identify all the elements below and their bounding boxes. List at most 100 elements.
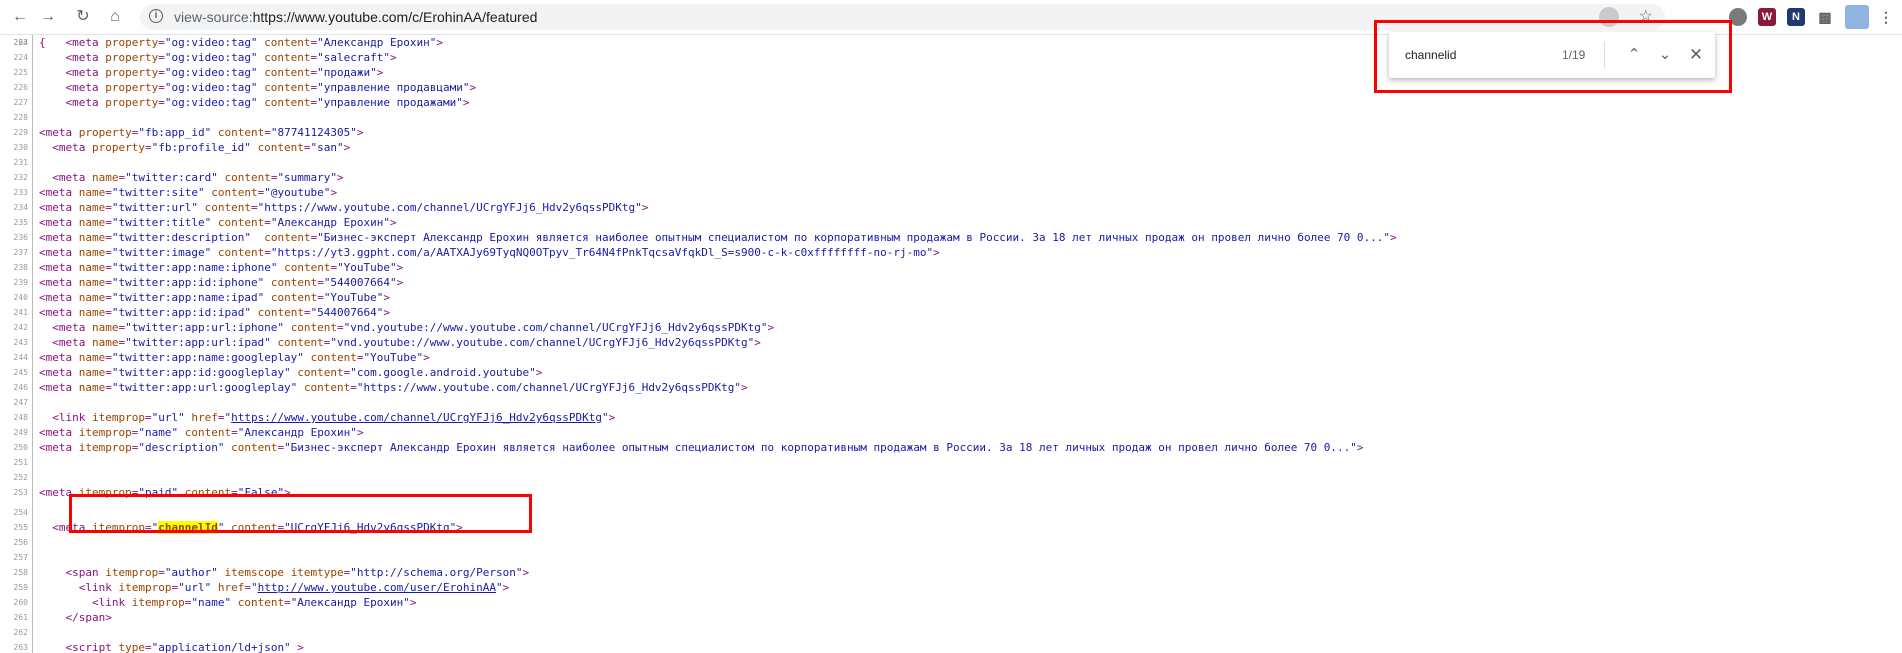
tag-token: > xyxy=(390,51,397,64)
tag-token: <meta xyxy=(39,321,92,334)
tag-token: <meta xyxy=(39,261,79,274)
tag-token: <link xyxy=(39,411,92,424)
line-number: 262 xyxy=(13,628,28,637)
attribute-name: content xyxy=(264,96,311,109)
tag-token: = xyxy=(158,81,165,94)
tag-token: <link xyxy=(39,581,119,594)
extension-w-icon[interactable]: W xyxy=(1758,8,1776,26)
tag-token: > xyxy=(337,171,344,184)
address-bar-text[interactable]: view-source:https://www.youtube.com/c/Er… xyxy=(174,4,537,30)
source-line: 242 <meta name = "twitter:app:url:iphone" … xyxy=(0,320,1902,335)
attribute-value: "url" xyxy=(178,581,212,594)
line-number: 248 xyxy=(13,413,28,422)
back-arrow-icon[interactable]: ← xyxy=(10,7,30,27)
source-code: <meta property="fb:app_id" content="8774… xyxy=(39,125,364,140)
line-number: 228 xyxy=(13,113,28,122)
tag-token: <link xyxy=(39,596,132,609)
attribute-value: "twitter:app:id:googleplay" xyxy=(111,366,291,379)
attribute-name: content xyxy=(257,141,304,154)
line-number: 261 xyxy=(13,613,28,622)
line-number: 257 xyxy=(13,553,28,562)
source-code: <meta name="twitter:app:name:ipad" conte… xyxy=(39,290,390,305)
source-code: <meta property="og:video:tag" content="п… xyxy=(39,65,383,80)
source-line: 236 <meta name="twitter:description" cont… xyxy=(0,230,1902,245)
tag-token: = xyxy=(105,291,112,304)
tag-token: = xyxy=(264,126,271,139)
tag-token: <meta xyxy=(39,141,92,154)
attribute-name: itemscope xyxy=(224,566,285,579)
profile-avatar[interactable] xyxy=(1845,5,1869,29)
attribute-value: "twitter:app:id:iphone" xyxy=(111,276,265,289)
tag-token: <meta xyxy=(39,366,79,379)
tag-token: = xyxy=(105,351,112,364)
tag-token xyxy=(211,216,218,229)
tag-token xyxy=(211,581,218,594)
source-code: <span itemprop="author" itemscope itemty… xyxy=(39,565,529,580)
attribute-value: "og:video:tag" xyxy=(164,96,258,109)
line-number: 255 xyxy=(13,523,28,532)
attribute-value: "fb:profile_id" xyxy=(151,141,251,154)
tag-token: > xyxy=(535,366,543,379)
line-number: 246 xyxy=(13,383,28,392)
tag-token: > xyxy=(933,246,940,259)
source-line: 260 <link itemprop="name" content="Алекс… xyxy=(0,595,1902,610)
tag-token xyxy=(211,126,218,139)
attribute-name: content xyxy=(277,336,324,349)
source-line: 261 </span> xyxy=(0,610,1902,625)
tag-token: = xyxy=(105,381,112,394)
tag-token: = xyxy=(105,276,112,289)
source-code: <link itemprop="url" href="http://www.yo… xyxy=(39,580,510,595)
attribute-value: "twitter:app:name:iphone" xyxy=(111,261,278,274)
tag-token xyxy=(284,566,291,579)
tag-token: <meta xyxy=(39,336,92,349)
extensions-puzzle-icon[interactable]: ▩ xyxy=(1816,8,1834,26)
attribute-name: name xyxy=(78,231,106,244)
tag-token: > xyxy=(522,566,530,579)
attribute-value: "Бизнес-эксперт Александр Ерохин являетс… xyxy=(317,231,1391,244)
tag-token: = xyxy=(317,291,324,304)
source-link[interactable]: http://www.youtube.com/user/ErohinAA xyxy=(258,581,496,594)
attribute-value: "salecraft" xyxy=(317,51,391,64)
tag-token xyxy=(264,291,271,304)
attribute-name: content xyxy=(270,276,318,289)
tag-token: > xyxy=(1356,441,1364,454)
tag-token: <meta xyxy=(39,246,79,259)
url-text: https://www.youtube.com/c/ErohinAA/featu… xyxy=(252,9,538,25)
tag-token: > xyxy=(356,126,364,139)
attribute-name: itemtype xyxy=(290,566,344,579)
source-line: 251 xyxy=(0,455,1902,470)
line-number: 230 xyxy=(13,143,28,152)
attribute-value: "YouTube" xyxy=(337,261,397,274)
tag-token: <script xyxy=(39,641,119,653)
attribute-value: "url" xyxy=(151,411,185,424)
forward-arrow-icon[interactable]: → xyxy=(38,7,58,27)
info-icon[interactable]: i xyxy=(149,9,163,23)
attribute-value: "YouTube" xyxy=(363,351,424,364)
line-number: 233 xyxy=(13,188,28,197)
attribute-name: content xyxy=(217,126,265,139)
attribute-value: "Александр Ерохин" xyxy=(290,596,410,609)
attribute-name: content xyxy=(264,51,311,64)
source-code: <script type="application/ld+json" > xyxy=(39,640,303,653)
reload-icon[interactable]: ↻ xyxy=(73,7,93,27)
source-line: 239 <meta name="twitter:app:id:iphone" co… xyxy=(0,275,1902,290)
attribute-name: name xyxy=(78,381,106,394)
tag-token xyxy=(284,321,291,334)
menu-kebab-icon[interactable]: ⋮ xyxy=(1877,8,1895,26)
attribute-value: "https://yt3.ggpht.com/a/AATXAJy69TyqNQ0… xyxy=(270,246,934,259)
attribute-name: href xyxy=(217,581,245,594)
source-link[interactable]: https://www.youtube.com/channel/UCrgYFJj… xyxy=(231,411,602,424)
tag-token: = xyxy=(337,321,344,334)
tag-token: = xyxy=(105,216,112,229)
attribute-name: itemprop xyxy=(78,441,132,454)
attribute-value: "544007664" xyxy=(310,306,384,319)
tag-token: <meta xyxy=(39,186,79,199)
source-line: 257 xyxy=(0,550,1902,565)
source-line: 231 xyxy=(0,155,1902,170)
tag-token: = xyxy=(158,51,165,64)
attribute-name: content xyxy=(310,351,357,364)
attribute-name: itemprop xyxy=(78,426,132,439)
attribute-value: "управление продажами" xyxy=(317,96,463,109)
extension-n-icon[interactable]: N xyxy=(1787,8,1805,26)
home-icon[interactable]: ⌂ xyxy=(105,7,125,27)
